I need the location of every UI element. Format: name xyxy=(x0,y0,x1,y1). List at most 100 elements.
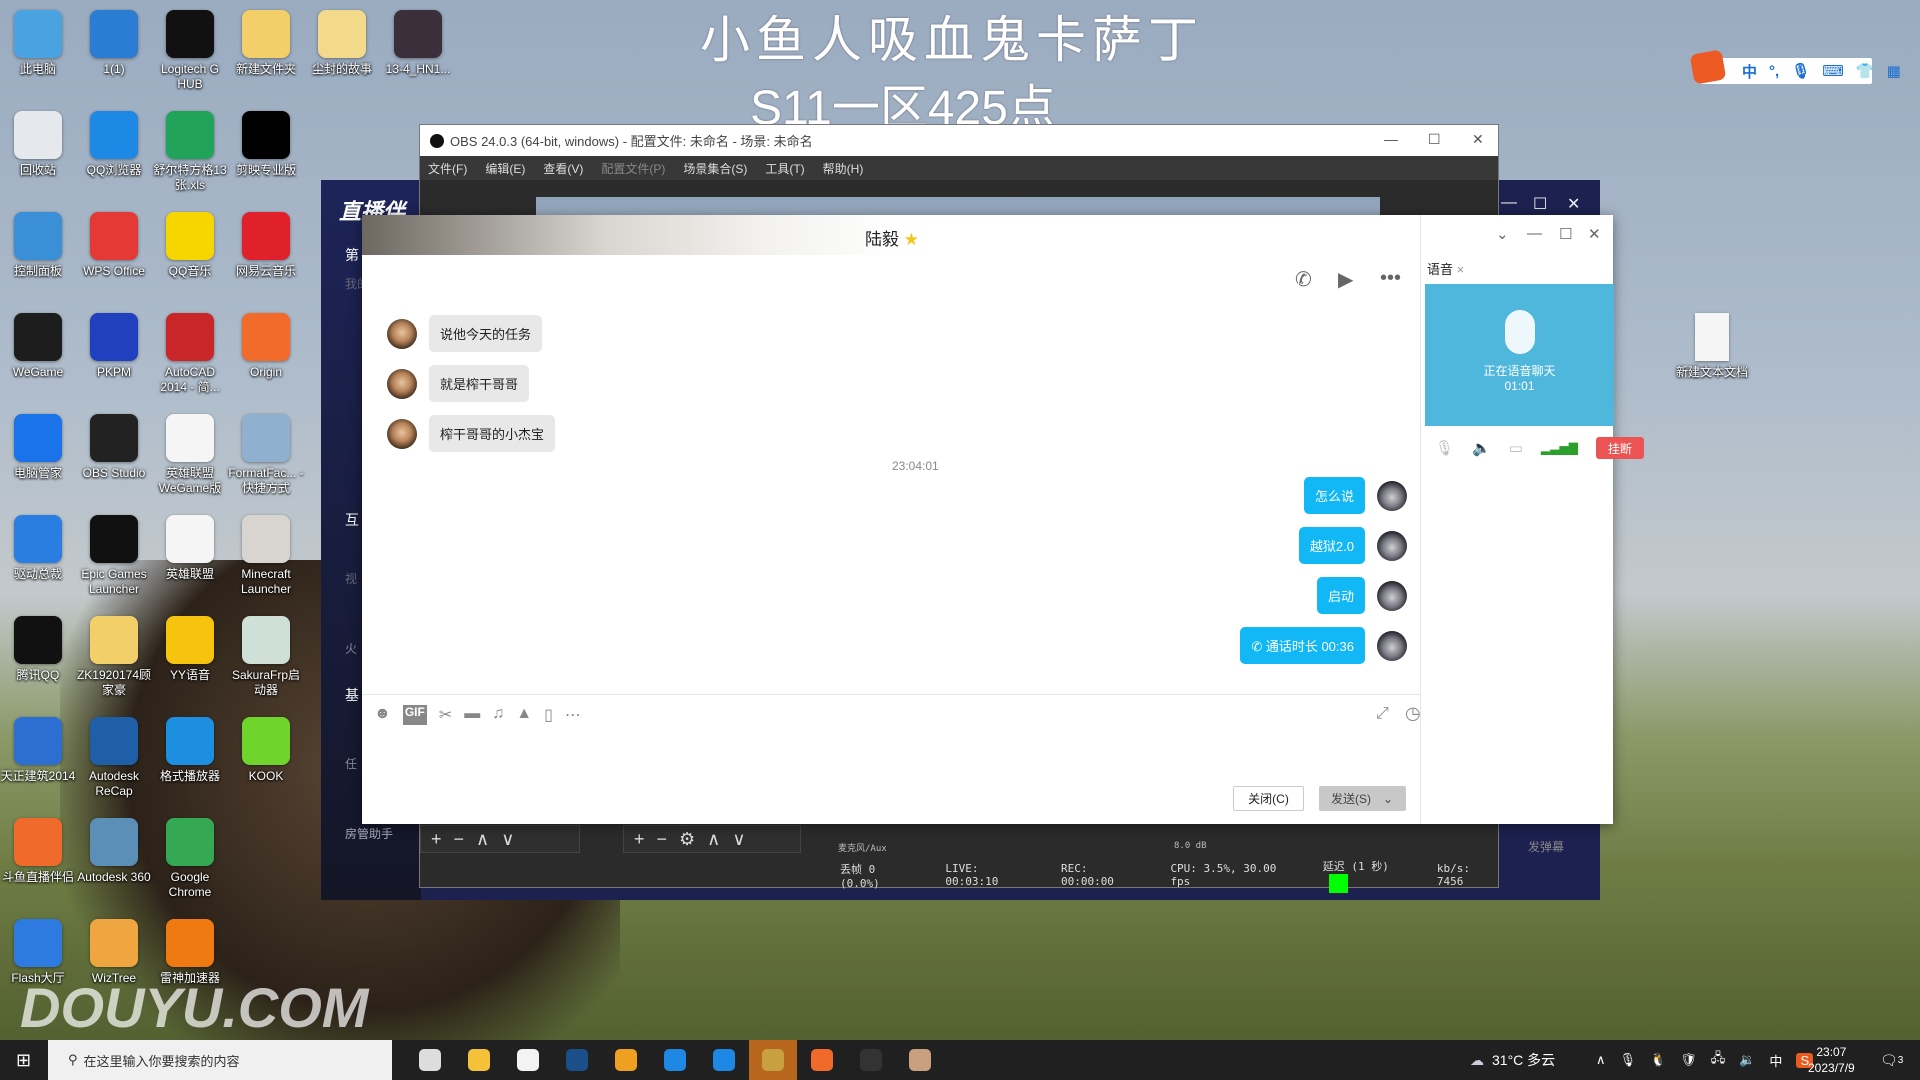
desktop-icon[interactable]: ZK1920174顾家豪 xyxy=(76,616,152,698)
taskbar-app-qq-browser-2[interactable] xyxy=(700,1040,748,1080)
desktop-icon[interactable]: QQ浏览器 xyxy=(76,111,152,178)
taskbar-app-qq-browser[interactable] xyxy=(651,1040,699,1080)
obs-menu-item[interactable]: 查看(V) xyxy=(543,160,583,177)
desktop-icon[interactable]: 剪映专业版 xyxy=(228,111,304,178)
skin-icon[interactable]: 👕 xyxy=(1856,62,1875,80)
message-bubble[interactable]: 启动 xyxy=(1316,577,1365,614)
taskbar-app-task-view[interactable] xyxy=(406,1040,454,1080)
remove-icon[interactable]: − xyxy=(657,829,668,850)
desktop-icon[interactable]: 网易云音乐 xyxy=(228,212,304,279)
close-icon[interactable]: ✕ xyxy=(1472,131,1484,148)
expand-icon[interactable]: ⤢ xyxy=(1376,705,1389,723)
desktop-icon[interactable]: 格式播放器 xyxy=(152,717,228,784)
desktop-icon[interactable]: SakuraFrp启动器 xyxy=(228,616,304,698)
mic-icon[interactable]: 🎙 xyxy=(1620,1052,1637,1068)
self-avatar[interactable] xyxy=(1377,480,1407,511)
taskbar-app-microsoft-store[interactable] xyxy=(504,1040,552,1080)
self-avatar[interactable] xyxy=(1377,530,1407,561)
move-down-icon[interactable]: ∨ xyxy=(732,829,745,850)
obs-menu-item[interactable]: 配置文件(P) xyxy=(601,160,665,177)
close-icon[interactable]: ✕ xyxy=(1567,194,1580,214)
desktop-icon[interactable]: 舒尔特方格13张.xls xyxy=(152,111,228,193)
message-bubble[interactable]: ✆ 通话时长 00:36 xyxy=(1240,627,1365,664)
qq-tray-icon[interactable]: 🐧 xyxy=(1650,1052,1666,1068)
scissors-icon[interactable]: ✂ xyxy=(439,705,452,725)
desktop-icon[interactable]: PKPM xyxy=(76,313,152,380)
volume-icon[interactable]: 🔉 xyxy=(1739,1052,1755,1068)
taskbar-app-logitech-g-hub[interactable] xyxy=(602,1040,650,1080)
desktop-icon[interactable]: 回收站 xyxy=(0,111,76,178)
tab-voice[interactable]: 语音 × xyxy=(1427,259,1464,278)
desktop-icon-new-text-doc[interactable]: 新建文本文档 xyxy=(1674,313,1750,380)
move-up-icon[interactable]: ∧ xyxy=(707,829,720,850)
taskbar-app-league-of-legends[interactable] xyxy=(749,1040,797,1080)
ime-mode[interactable]: 中 xyxy=(1742,61,1757,82)
minimize-icon[interactable]: — xyxy=(1384,131,1398,147)
move-down-icon[interactable]: ∨ xyxy=(501,829,514,850)
obs-menu-item[interactable]: 帮助(H) xyxy=(823,160,864,177)
desktop-icon[interactable]: Origin xyxy=(228,313,304,380)
obs-menu-item[interactable]: 场景集合(S) xyxy=(683,160,747,177)
desktop-icon[interactable]: 斗鱼直播伴侣 xyxy=(0,818,76,885)
contact-avatar[interactable] xyxy=(387,418,417,449)
windows-start-icon[interactable]: ⊞ xyxy=(16,1050,31,1071)
desktop-icon[interactable]: WeGame xyxy=(0,313,76,380)
desktop-icon[interactable]: 天正建筑2014 xyxy=(0,717,76,784)
taskbar-app-photo-app[interactable] xyxy=(896,1040,944,1080)
send-options-chevron-icon[interactable]: ⌄ xyxy=(1383,792,1393,806)
maximize-icon[interactable]: ☐ xyxy=(1533,194,1547,214)
taskbar-search[interactable]: ⚲ 在这里输入你要搜索的内容 xyxy=(48,1040,392,1080)
desktop-icon[interactable]: 驱动总裁 xyxy=(0,515,76,582)
desktop-icon[interactable]: OBS Studio xyxy=(76,414,152,481)
desktop-icon[interactable]: 此电脑 xyxy=(0,10,76,77)
folder-icon[interactable]: ▬ xyxy=(464,705,480,725)
notification-center[interactable]: 🗨 3 xyxy=(1880,1040,1903,1080)
clock[interactable]: 23:07 2023/7/9 xyxy=(1808,1040,1855,1080)
message-bubble[interactable]: 就是榨干哥哥 xyxy=(429,365,530,402)
taskbar-app-steam[interactable] xyxy=(553,1040,601,1080)
contact-avatar[interactable] xyxy=(387,318,417,349)
desktop-icon[interactable]: 英雄联盟 xyxy=(152,515,228,582)
move-up-icon[interactable]: ∧ xyxy=(476,829,489,850)
obs-menu-item[interactable]: 编辑(E) xyxy=(485,160,525,177)
emoji-icon[interactable]: ☻ xyxy=(374,705,391,725)
mic-icon[interactable]: 🎙 xyxy=(1791,62,1810,80)
desktop-icon[interactable]: Autodesk 360 xyxy=(76,818,152,885)
send-button[interactable]: 发送(S) ⌄ xyxy=(1319,786,1406,811)
taskbar-app-douyu-companion[interactable] xyxy=(798,1040,846,1080)
desktop-icon[interactable]: Logitech G HUB xyxy=(152,10,228,92)
desktop-icon[interactable]: 腾讯QQ xyxy=(0,616,76,683)
desktop-icon[interactable]: 新建文件夹 xyxy=(228,10,304,77)
gear-icon[interactable]: ⚙ xyxy=(679,829,695,850)
music-icon[interactable]: ♫ xyxy=(492,705,504,725)
image-icon[interactable]: ▲ xyxy=(516,705,532,725)
maximize-icon[interactable]: ☐ xyxy=(1428,131,1441,148)
more-icon[interactable]: ⋯ xyxy=(565,705,581,725)
add-icon[interactable]: + xyxy=(431,829,442,850)
taskbar-app-obs-studio[interactable] xyxy=(847,1040,895,1080)
desktop-icon[interactable]: Autodesk ReCap xyxy=(76,717,152,799)
show-hidden-icons[interactable]: ∧ xyxy=(1596,1052,1606,1068)
history-clock-icon[interactable]: ◷ xyxy=(1405,703,1421,724)
shake-icon[interactable]: ▯ xyxy=(544,705,553,725)
desktop-icon[interactable]: 1(1) xyxy=(76,10,152,77)
desktop-icon[interactable]: Google Chrome xyxy=(152,818,228,900)
toolbox-icon[interactable]: ▦ xyxy=(1887,62,1901,80)
self-avatar[interactable] xyxy=(1377,630,1407,661)
network-icon[interactable]: 🖧 xyxy=(1711,1049,1726,1071)
message-bubble[interactable]: 怎么说 xyxy=(1303,477,1365,514)
message-bubble[interactable]: 越狱2.0 xyxy=(1298,527,1365,564)
camera-off-icon[interactable]: ▭ xyxy=(1509,439,1523,457)
room-manager-helper[interactable]: 房管助手 xyxy=(345,825,393,842)
message-bubble[interactable]: 榨干哥哥的小杰宝 xyxy=(429,415,556,452)
remove-icon[interactable]: − xyxy=(454,829,465,850)
taskbar-app-file-explorer[interactable] xyxy=(455,1040,503,1080)
desktop-icon[interactable]: YY语音 xyxy=(152,616,228,683)
desktop-icon[interactable]: Minecraft Launcher xyxy=(228,515,304,597)
desktop-icon[interactable]: Epic Games Launcher xyxy=(76,515,152,597)
weather-widget[interactable]: ☁ 31°C 多云 xyxy=(1470,1040,1555,1080)
mute-mic-icon[interactable]: 🎙 xyxy=(1435,439,1454,457)
desktop-icon[interactable]: 英雄联盟WeGame版 xyxy=(152,414,228,496)
sogou-ime-bar[interactable]: 中 °, 🎙 ⌨ 👕 ▦ xyxy=(1689,49,1901,85)
add-icon[interactable]: + xyxy=(634,829,645,850)
